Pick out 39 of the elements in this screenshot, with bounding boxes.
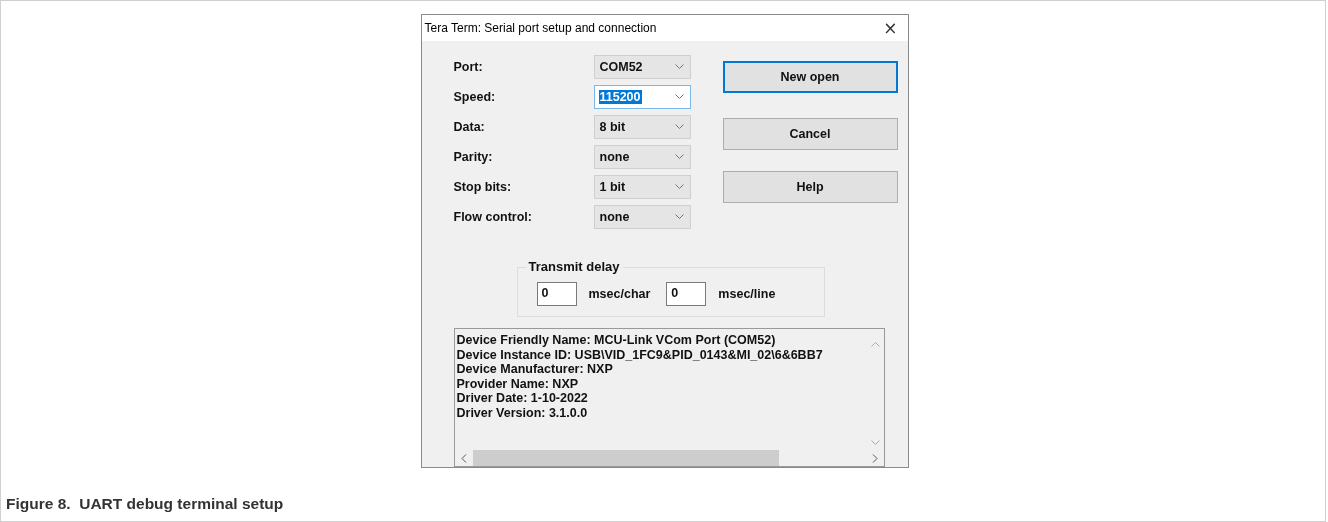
scroll-down-icon[interactable] (871, 440, 880, 446)
caret-icon (674, 154, 684, 160)
field-label: Parity: (453, 149, 494, 166)
dropdown[interactable]: none (593, 145, 691, 169)
dropdown[interactable]: COM52 (593, 55, 691, 79)
caret-icon (674, 184, 684, 190)
input-field[interactable]: 0 (536, 282, 577, 306)
dropdown[interactable]: 1 bit (593, 175, 691, 199)
info-line: Driver Date: 1-10-2022 (456, 391, 589, 406)
scroll-right-icon[interactable] (871, 453, 878, 463)
caret-icon (674, 124, 684, 130)
caret-icon (674, 94, 684, 100)
field-label: Stop bits: (453, 179, 513, 196)
scroll-left-icon[interactable] (460, 453, 467, 463)
dialog-button[interactable]: Help (722, 171, 898, 203)
dropdown[interactable]: none (593, 205, 691, 229)
info-line: Driver Version: 3.1.0.0 (456, 405, 589, 421)
dropdown[interactable]: 8 bit (593, 115, 691, 139)
window-title: Tera Term: Serial port setup and connection (424, 21, 657, 35)
field-label: Flow control: (453, 209, 533, 226)
info-line: Device Instance ID: USB\VID_1FC9&PID_0143&MI_02\6&6BB7 (456, 347, 824, 363)
scroll-up-icon[interactable] (871, 341, 880, 347)
info-line: Device Manufacturer: NXP (456, 362, 614, 377)
dialog-button[interactable]: Cancel (722, 118, 898, 150)
info-line: Device Friendly Name: MCU-Link VCom Port (COM52) (456, 333, 777, 348)
figure-caption: Figure 8. UART debug terminal setup (6, 495, 284, 513)
group-title: Transmit delay (525, 259, 623, 274)
field-label: Data: (453, 119, 486, 136)
unit-label: msec/char (588, 287, 651, 301)
field-label: Port: (453, 59, 484, 76)
caret-icon (674, 64, 684, 70)
close-button[interactable]: × (873, 18, 908, 38)
dropdown[interactable]: 115200 (593, 85, 691, 109)
info-line: Provider Name: NXP (456, 376, 580, 392)
unit-label: msec/line (718, 287, 776, 301)
input-field[interactable]: 0 (666, 282, 707, 306)
caret-icon (674, 214, 684, 220)
dialog-button[interactable]: New open (722, 61, 898, 93)
field-label: Speed: (453, 89, 497, 106)
